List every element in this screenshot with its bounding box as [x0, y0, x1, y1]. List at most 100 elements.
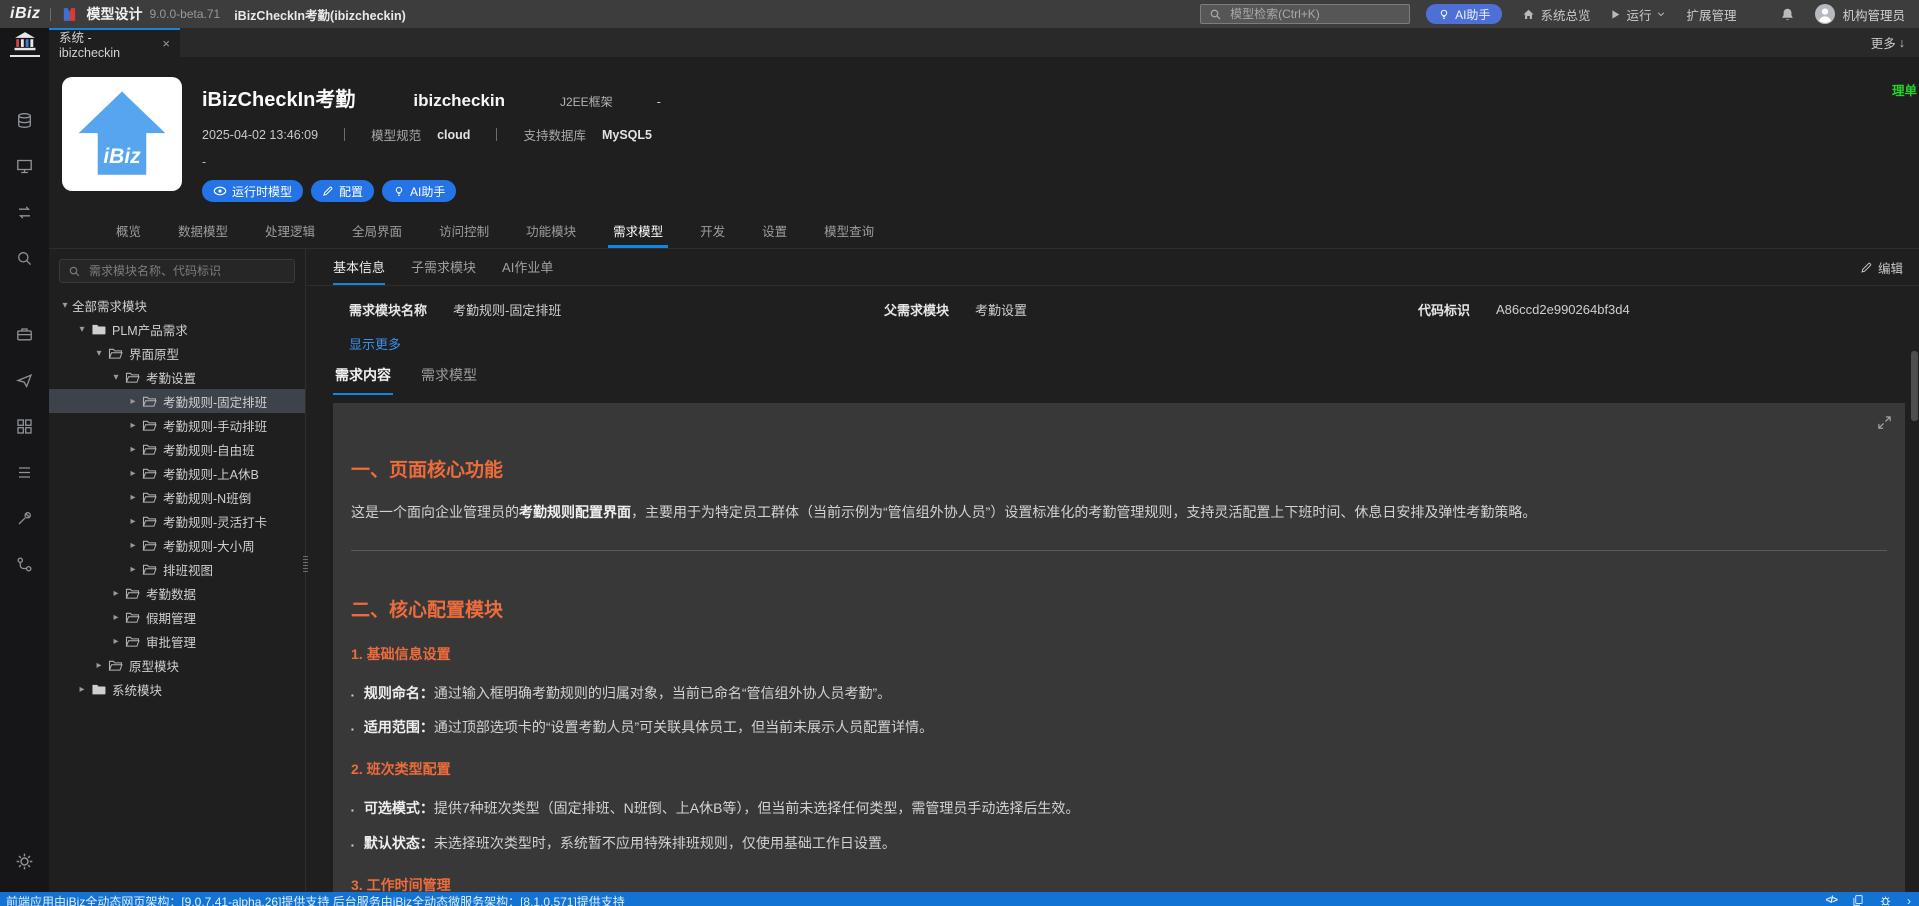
chevron-right-icon[interactable]: ▸ — [126, 564, 140, 575]
tree-item[interactable]: ▾ PLM产品需求 — [49, 317, 305, 341]
nav-tab-概览[interactable]: 概览 — [111, 215, 146, 248]
tree-item[interactable]: ▾ 全部需求模块 — [49, 293, 305, 317]
doc-bullet-item: ▪ 默认状态： 未选择班次类型时，系统暂不应用特殊排班规则，仅使用基础工作日设置。 — [351, 834, 896, 851]
requirements-tree: ▾ 全部需求模块 ▾ PLM产品需求 ▾ 界面原型 ▾ 考勤设置 ▸ 考勤规则-固定排班 ▸ 考勤规则… — [49, 293, 305, 701]
close-icon[interactable]: × — [162, 36, 170, 51]
tree-item[interactable]: ▸ 考勤规则-手动排班 — [49, 413, 305, 437]
detail-tab-AI作业单[interactable]: AI作业单 — [502, 249, 553, 285]
list-icon[interactable] — [0, 449, 49, 495]
folder-open-icon — [108, 347, 123, 360]
tree-item[interactable]: ▾ 考勤设置 — [49, 365, 305, 389]
bank-icon[interactable] — [9, 28, 40, 57]
detail-tab-基本信息[interactable]: 基本信息 — [333, 249, 386, 285]
pipeline-icon[interactable] — [0, 541, 49, 587]
chevron-right-icon[interactable]: ▸ — [126, 420, 140, 431]
search-icon[interactable] — [0, 235, 49, 281]
user-menu[interactable]: 机构管理员 — [1815, 4, 1905, 24]
ai-assistant-header-button[interactable]: AI助手 — [382, 180, 457, 202]
chevron-right-icon[interactable]: ▸ — [109, 588, 123, 599]
chevron-right-icon[interactable]: ▸ — [109, 636, 123, 647]
nav-tab-全局界面[interactable]: 全局界面 — [347, 215, 407, 248]
corner-link[interactable]: 理单 — [1892, 80, 1917, 99]
status-bar: 前端应用由iBiz全动态网页架构：[9.0.7.41-alpha.26]提供支持… — [0, 892, 1919, 906]
chevron-right-icon[interactable]: ▸ — [126, 468, 140, 479]
sub-tab-需求模型[interactable]: 需求模型 — [419, 365, 479, 395]
configure-button[interactable]: 配置 — [311, 180, 375, 202]
tree-item[interactable]: ▸ 考勤规则-自由班 — [49, 437, 305, 461]
nav-tab-处理逻辑[interactable]: 处理逻辑 — [260, 215, 320, 248]
chevron-right-icon[interactable]: ▸ — [126, 492, 140, 503]
panel-splitter[interactable] — [303, 556, 308, 572]
tree-item[interactable]: ▸ 考勤规则-灵活打卡 — [49, 509, 305, 533]
tree-item[interactable]: ▾ 界面原型 — [49, 341, 305, 365]
chevron-down-icon[interactable]: ▾ — [75, 324, 89, 335]
folder-open-icon — [142, 563, 157, 576]
chevron-right-icon[interactable]: › — [1907, 895, 1911, 906]
ai-assistant-button[interactable]: AI助手 — [1426, 4, 1503, 24]
notifications-button[interactable] — [1780, 7, 1795, 22]
edit-button[interactable]: 编辑 — [1860, 249, 1903, 285]
framework-value: - — [656, 95, 661, 109]
tree-item[interactable]: ▸ 原型模块 — [49, 653, 305, 677]
configure-label: 配置 — [339, 184, 364, 199]
runtime-model-button[interactable]: 运行时模型 — [202, 180, 304, 202]
nav-tab-模型查询[interactable]: 模型查询 — [819, 215, 879, 248]
model-search-box[interactable] — [1200, 4, 1411, 24]
nav-tab-访问控制[interactable]: 访问控制 — [434, 215, 494, 248]
sub-tab-需求内容[interactable]: 需求内容 — [333, 365, 393, 395]
chevron-right-icon[interactable]: ▸ — [126, 516, 140, 527]
bug-icon[interactable] — [1879, 894, 1892, 906]
tree-item[interactable]: ▸ 排班视图 — [49, 557, 305, 581]
chevron-right-icon[interactable]: ▸ — [92, 660, 106, 671]
tree-item-label: 考勤规则-上A休B — [163, 467, 259, 482]
show-more-link[interactable]: 显示更多 — [349, 334, 401, 353]
house-arrow-icon — [78, 91, 166, 175]
tools-icon[interactable] — [0, 495, 49, 541]
chevron-right-icon[interactable]: ▸ — [126, 396, 140, 407]
tree-search-input[interactable] — [87, 263, 286, 279]
tree-item-label: 考勤规则-大小周 — [163, 539, 255, 554]
tree-item[interactable]: ▸ 考勤数据 — [49, 581, 305, 605]
briefcase-icon[interactable] — [0, 311, 49, 357]
sync-icon[interactable] — [0, 189, 49, 235]
tree-item[interactable]: ▸ 假期管理 — [49, 605, 305, 629]
system-overview-button[interactable]: 系统总览 — [1522, 5, 1590, 24]
vertical-scrollbar[interactable] — [1911, 351, 1918, 421]
run-menu-button[interactable]: 运行 — [1610, 5, 1666, 24]
model-search-input[interactable] — [1228, 6, 1402, 22]
grid-icon[interactable] — [0, 403, 49, 449]
expand-icon[interactable] — [1877, 415, 1892, 435]
chevron-right-icon[interactable]: ▸ — [109, 612, 123, 623]
user-name: 机构管理员 — [1842, 8, 1905, 23]
send-icon[interactable] — [0, 357, 49, 403]
gear-icon[interactable] — [0, 838, 49, 884]
tree-item[interactable]: ▸ 考勤规则-上A休B — [49, 461, 305, 485]
file-copy-icon[interactable] — [1852, 894, 1864, 906]
chevron-down-icon[interactable]: ▾ — [109, 372, 123, 383]
monitor-icon[interactable] — [0, 143, 49, 189]
tree-item[interactable]: ▸ 系统模块 — [49, 677, 305, 701]
tree-item[interactable]: ▸ 考勤规则-固定排班 — [49, 389, 305, 413]
search-icon — [68, 265, 81, 278]
tree-item[interactable]: ▸ 考勤规则-大小周 — [49, 533, 305, 557]
nav-tab-数据模型[interactable]: 数据模型 — [173, 215, 233, 248]
nav-tab-开发[interactable]: 开发 — [695, 215, 730, 248]
tree-item[interactable]: ▸ 考勤规则-N班倒 — [49, 485, 305, 509]
nav-tab-需求模型[interactable]: 需求模型 — [608, 215, 669, 248]
chevron-right-icon[interactable]: ▸ — [126, 540, 140, 551]
more-tabs-button[interactable]: 更多 ↓ — [1871, 33, 1905, 52]
chevron-right-icon[interactable]: ▸ — [126, 444, 140, 455]
tree-search-box[interactable] — [59, 259, 295, 283]
chevron-down-icon[interactable]: ▾ — [58, 300, 72, 311]
detail-tab-子需求模块[interactable]: 子需求模块 — [411, 249, 476, 285]
tab-system-ibizcheckin[interactable]: 系统 - ibizcheckin × — [49, 28, 180, 60]
chevron-down-icon[interactable]: ▾ — [92, 348, 106, 359]
tree-item[interactable]: ▸ 审批管理 — [49, 629, 305, 653]
nav-tab-功能模块[interactable]: 功能模块 — [521, 215, 581, 248]
database-icon[interactable] — [0, 97, 49, 143]
code-icon[interactable]: </> — [1826, 895, 1839, 906]
extension-management-button[interactable]: 扩展管理 — [1686, 5, 1736, 24]
edit-icon — [1860, 261, 1873, 274]
nav-tab-设置[interactable]: 设置 — [757, 215, 792, 248]
chevron-right-icon[interactable]: ▸ — [75, 684, 89, 695]
